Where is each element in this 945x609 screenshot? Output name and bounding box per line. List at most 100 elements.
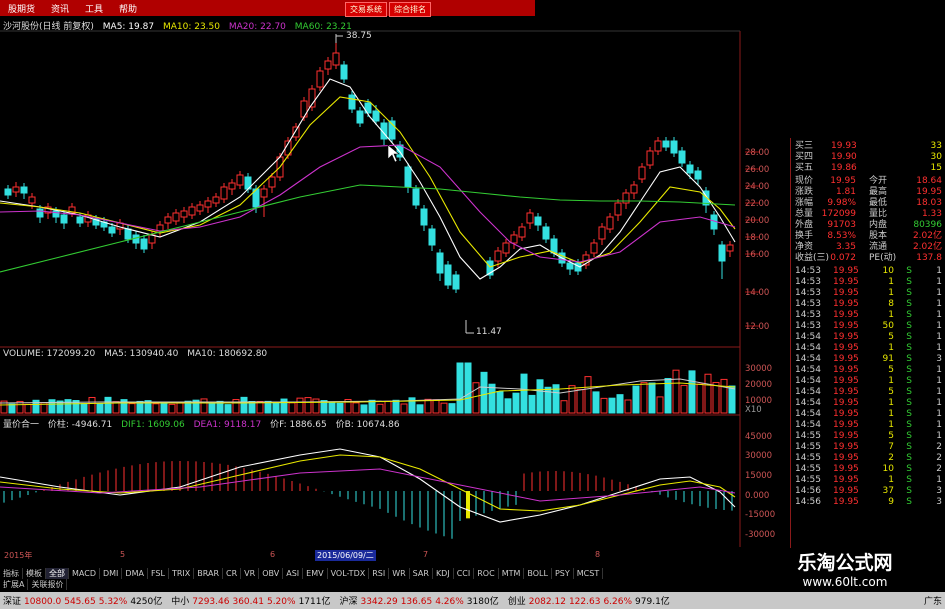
price-axis-tick: 28.00 bbox=[745, 148, 770, 158]
menu-item-help[interactable]: 帮助 bbox=[111, 2, 145, 15]
index-pct: 4.26% bbox=[435, 597, 464, 607]
menu-item-tools[interactable]: 工具 bbox=[77, 2, 111, 15]
volume-bar bbox=[432, 399, 440, 414]
index-label: 深证 bbox=[3, 597, 22, 607]
volume-bar bbox=[360, 404, 368, 414]
indicator-tab[interactable]: VR bbox=[241, 568, 260, 579]
tick-price: 19.95 bbox=[833, 431, 859, 441]
indicator-tab[interactable]: PSY bbox=[552, 568, 574, 579]
index-quote[interactable]: 创业 2082.12 122.63 6.26% 979.1亿 bbox=[505, 594, 676, 607]
tick-price: 19.95 bbox=[833, 299, 859, 309]
brand-name: 乐淘公式网 bbox=[797, 552, 893, 574]
candle-body bbox=[140, 238, 148, 250]
chart-area[interactable]: 沙河股份(日线 前复权) MA5: 19.87 MA10: 23.50 MA20… bbox=[0, 17, 790, 561]
index-quote[interactable]: 中小 7293.46 360.41 5.20% 1711亿 bbox=[168, 594, 336, 607]
indicator-tab[interactable]: 全部 bbox=[46, 568, 69, 579]
volume-bars bbox=[0, 362, 736, 414]
ranking-button[interactable]: 综合排名 bbox=[389, 2, 431, 17]
macd-axis-tick: 30000 bbox=[745, 451, 773, 461]
stat-row: 外盘 91703 内盘 80396 bbox=[791, 220, 945, 231]
volume-bar bbox=[240, 396, 248, 414]
tick-count: 1 bbox=[936, 376, 942, 386]
kline-chart[interactable] bbox=[0, 17, 790, 550]
candle-body bbox=[678, 150, 686, 164]
volume-bar bbox=[392, 399, 400, 414]
indicator-tab[interactable]: WR bbox=[389, 568, 410, 579]
tick-count: 1 bbox=[936, 343, 942, 353]
candle-body bbox=[502, 242, 510, 254]
indicator-tab[interactable]: ROC bbox=[474, 568, 499, 579]
tick-side: S bbox=[906, 266, 912, 276]
tick-side: S bbox=[906, 288, 912, 298]
volume-bar bbox=[296, 397, 304, 414]
indicator-tab[interactable]: EMV bbox=[303, 568, 328, 579]
index-value: 7293.46 bbox=[192, 597, 230, 607]
macd-axis-tick: -15000 bbox=[745, 510, 776, 520]
tick-volume: 1 bbox=[888, 475, 894, 485]
tick-time: 14:54 bbox=[795, 420, 821, 430]
tick-volume: 5 bbox=[888, 332, 894, 342]
candle-body bbox=[646, 150, 654, 166]
menu-item-news[interactable]: 资讯 bbox=[43, 2, 77, 15]
site-watermark: 乐淘公式网 www.60lt.com bbox=[745, 552, 945, 592]
menu-item-futures[interactable]: 股期货 bbox=[0, 2, 43, 15]
stat-value: 18.64 bbox=[916, 176, 942, 186]
volume-bar bbox=[704, 373, 712, 414]
tick-volume: 5 bbox=[888, 431, 894, 441]
price-axis-tick: 16.00 bbox=[745, 250, 770, 260]
volume-bar bbox=[168, 403, 176, 414]
candle-body bbox=[444, 264, 452, 286]
indicator-tab[interactable]: 模板 bbox=[23, 568, 46, 579]
indicator-tab[interactable]: BRAR bbox=[194, 568, 224, 579]
candle-body bbox=[4, 188, 12, 196]
trade-system-button[interactable]: 交易系统 bbox=[345, 2, 387, 17]
indicator-tab[interactable]: OBV bbox=[259, 568, 284, 579]
candles bbox=[4, 43, 734, 293]
indicator-tab[interactable]: MTM bbox=[499, 568, 525, 579]
candle-body bbox=[428, 228, 436, 246]
candle-body bbox=[300, 100, 308, 118]
indicator-tab[interactable]: 指标 bbox=[0, 568, 23, 579]
macd-header: 量价合一 价柱: -4946.71 DIF1: 1609.06 DEA1: 91… bbox=[3, 417, 406, 430]
indicator-tab[interactable]: TRIX bbox=[169, 568, 195, 579]
volume-bar bbox=[496, 390, 504, 414]
indicator-tab[interactable]: SAR bbox=[410, 568, 433, 579]
indicator-tab[interactable]: DMA bbox=[122, 568, 148, 579]
index-label: 中小 bbox=[171, 597, 190, 607]
bid-volume: 30 bbox=[930, 152, 942, 162]
index-quote[interactable]: 深证 10800.0 545.65 5.32% 4250亿 bbox=[0, 594, 168, 607]
indicator-tab[interactable]: RSI bbox=[369, 568, 390, 579]
tick-row: 14:54 19.95 1 S 1 bbox=[791, 420, 945, 431]
tick-row: 14:55 19.95 5 S 1 bbox=[791, 431, 945, 442]
indicator-tab[interactable]: FSL bbox=[148, 568, 169, 579]
stat-label: 外盘 bbox=[795, 220, 814, 230]
volume-bar bbox=[224, 404, 232, 414]
candle-body bbox=[164, 216, 172, 224]
index-quote[interactable]: 沪深 3342.29 136.65 4.26% 3180亿 bbox=[336, 594, 504, 607]
candle-body bbox=[124, 228, 132, 240]
indicator-tab[interactable]: CR bbox=[223, 568, 242, 579]
tick-count: 2 bbox=[936, 442, 942, 452]
indicator-tab[interactable]: DMI bbox=[100, 568, 123, 579]
stat-label: 今开 bbox=[869, 176, 888, 186]
stat-value: 0.072 bbox=[830, 253, 856, 263]
volume-ma5: MA5: 130940.40 bbox=[104, 349, 179, 359]
extra-tab[interactable]: 关联报价 bbox=[28, 579, 68, 590]
stat-label: 量比 bbox=[869, 209, 888, 219]
tick-count: 1 bbox=[936, 310, 942, 320]
indicator-tab[interactable]: ASI bbox=[283, 568, 304, 579]
stat-row: 现价 19.95 今开 18.64 bbox=[791, 176, 945, 187]
indicator-tab[interactable]: KDJ bbox=[433, 568, 454, 579]
volume-bar bbox=[600, 397, 608, 414]
indicator-tab[interactable]: CCI bbox=[454, 568, 475, 579]
indicator-tab[interactable]: MACD bbox=[69, 568, 100, 579]
tick-time: 14:54 bbox=[795, 398, 821, 408]
indicator-tab[interactable]: MCST bbox=[574, 568, 604, 579]
tick-row: 14:54 19.95 1 S 1 bbox=[791, 343, 945, 354]
tick-side: S bbox=[906, 376, 912, 386]
bid-label: 买四 bbox=[795, 152, 814, 162]
indicator-tab[interactable]: VOL-TDX bbox=[328, 568, 370, 579]
indicator-tab[interactable]: BOLL bbox=[524, 568, 552, 579]
candle-body bbox=[228, 182, 236, 190]
extra-tab[interactable]: 扩展A bbox=[0, 579, 29, 590]
